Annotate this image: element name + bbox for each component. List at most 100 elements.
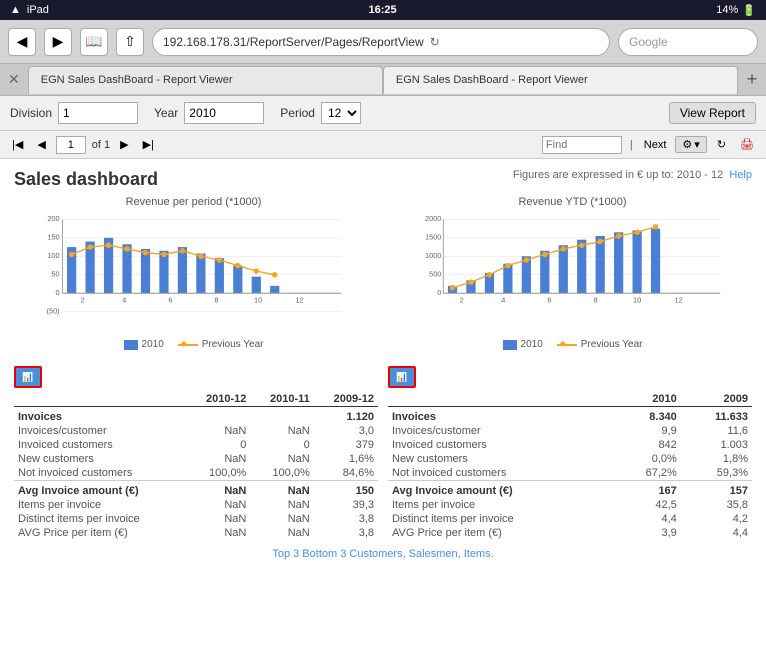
back-button[interactable]: ◀ — [8, 28, 36, 56]
tab-2[interactable]: EGN Sales DashBoard - Report Viewer — [383, 66, 738, 94]
division-field: Division — [10, 102, 138, 124]
subtitle-text: Figures are expressed in € up to: 2010 -… — [513, 169, 723, 181]
table-row: Invoiced customers 842 1.003 — [388, 438, 752, 452]
table2: 2010 2009 Invoices 8.340 11.633 Invoices… — [388, 392, 752, 540]
chart2-container: Revenue YTD (*1000) 2000 1500 1000 500 0 — [393, 196, 752, 350]
chart1-title: Revenue per period (*1000) — [14, 196, 373, 208]
table1-header-row: 📊 — [14, 366, 378, 388]
t2-invoices-header: Invoices — [388, 407, 613, 425]
report-subtitle: Figures are expressed in € up to: 2010 -… — [513, 169, 752, 181]
legend-prev-label: Previous Year — [202, 339, 264, 350]
first-page-button[interactable]: |◀ — [8, 136, 27, 153]
view-report-button[interactable]: View Report — [669, 102, 756, 124]
svg-text:200: 200 — [47, 214, 59, 223]
bookmark-button[interactable]: 📖 — [80, 28, 108, 56]
tab-1-label: EGN Sales DashBoard - Report Viewer — [41, 74, 233, 86]
table2-col2-header: 2009 — [681, 392, 752, 407]
table-row: Invoices 1.120 — [14, 407, 378, 425]
report-toolbar: Division Year Period 12 View Report — [0, 96, 766, 131]
address-bar[interactable]: 192.168.178.31/ReportServer/Pages/Report… — [152, 28, 610, 56]
chart2-legend-prev-line — [557, 344, 577, 346]
table2-container: 📊 2010 2009 Invoices 8.340 11.633 — [388, 366, 752, 540]
svg-text:2000: 2000 — [425, 214, 441, 223]
table-row: Avg Invoice amount (€) 167 157 — [388, 481, 752, 499]
last-page-button[interactable]: ▶| — [139, 136, 158, 153]
svg-text:(50): (50) — [47, 307, 60, 316]
device-label: iPad — [27, 4, 49, 16]
year-field: Year — [154, 102, 264, 124]
prev-page-button[interactable]: ◀ — [33, 136, 49, 153]
year-label: Year — [154, 106, 178, 120]
period-field: Period 12 — [280, 102, 361, 124]
print-button[interactable]: 🖨 — [736, 136, 758, 153]
table1-icon-symbol: 📊 — [22, 372, 33, 383]
find-input[interactable] — [542, 136, 622, 154]
forward-button[interactable]: ▶ — [44, 28, 72, 56]
svg-text:2: 2 — [81, 295, 85, 304]
svg-text:4: 4 — [122, 295, 126, 304]
table1-col1-header: 2010-12 — [186, 392, 250, 407]
svg-text:12: 12 — [296, 295, 304, 304]
chart1-container: Revenue per period (*1000) 200 150 100 5… — [14, 196, 373, 350]
reload-icon[interactable]: ↻ — [430, 35, 440, 49]
share-button[interactable]: ⇧ — [116, 28, 144, 56]
chart2-legend-2010-box — [503, 340, 517, 350]
footer-link[interactable]: Top 3 Bottom 3 Customers, Salesmen, Item… — [272, 548, 493, 560]
of-label: of 1 — [92, 139, 110, 151]
wifi-icon: ▲ — [10, 4, 21, 16]
find-next-button[interactable]: Next — [641, 138, 670, 152]
report-title: Sales dashboard — [14, 169, 158, 190]
chart1-legend: 2010 Previous Year — [14, 339, 373, 350]
table-row: Distinct items per invoice NaN NaN 3,8 — [14, 512, 378, 526]
svg-text:6: 6 — [168, 295, 172, 304]
svg-text:1000: 1000 — [425, 251, 441, 260]
legend-2010-box — [124, 340, 138, 350]
help-link[interactable]: Help — [729, 169, 752, 181]
export-button[interactable]: ⚙▾ — [675, 136, 706, 153]
status-right: 14% 🔋 — [716, 4, 756, 17]
table1-container: 📊 2010-12 2010-11 2009-12 Invoices — [14, 366, 378, 540]
chart2-svg: 2000 1500 1000 500 0 — [393, 212, 752, 332]
svg-text:500: 500 — [429, 270, 441, 279]
legend-prev-line — [178, 344, 198, 346]
page-number-input[interactable] — [56, 136, 86, 154]
tab-1[interactable]: EGN Sales DashBoard - Report Viewer — [28, 66, 383, 94]
tables-row: 📊 2010-12 2010-11 2009-12 Invoices — [14, 366, 752, 540]
table-row: Invoiced customers 0 0 379 — [14, 438, 378, 452]
period-select[interactable]: 12 — [321, 102, 361, 124]
t2-invoices-v2: 11.633 — [681, 407, 752, 425]
table-row: Items per invoice 42,5 35,8 — [388, 498, 752, 512]
next-page-button[interactable]: ▶ — [116, 136, 132, 153]
svg-text:4: 4 — [501, 295, 505, 304]
browser-chrome: ◀ ▶ 📖 ⇧ 192.168.178.31/ReportServer/Page… — [0, 20, 766, 64]
division-input[interactable] — [58, 102, 138, 124]
chart2-legend: 2010 Previous Year — [393, 339, 752, 350]
invoices-v1 — [186, 407, 250, 425]
tab-close-button[interactable]: ✕ — [0, 71, 28, 88]
svg-text:10: 10 — [254, 295, 262, 304]
refresh-button[interactable]: ↻ — [713, 136, 730, 153]
svg-text:0: 0 — [56, 288, 60, 297]
svg-text:10: 10 — [633, 295, 641, 304]
chart2-title: Revenue YTD (*1000) — [393, 196, 752, 208]
battery-label: 14% — [716, 4, 738, 16]
status-time: 16:25 — [369, 4, 397, 16]
add-tab-button[interactable]: + — [738, 66, 766, 94]
svg-text:2: 2 — [460, 295, 464, 304]
tab-2-label: EGN Sales DashBoard - Report Viewer — [396, 74, 588, 86]
status-left: ▲ iPad — [10, 4, 49, 16]
svg-text:50: 50 — [51, 270, 59, 279]
chart2-legend-prev: Previous Year — [557, 339, 643, 350]
table2-header-row: 📊 — [388, 366, 752, 388]
year-input[interactable] — [184, 102, 264, 124]
svg-text:1500: 1500 — [425, 233, 441, 242]
invoices-v3: 1.120 — [314, 407, 378, 425]
chart2-legend-2010: 2010 — [503, 339, 543, 350]
table-row: Not invoiced customers 67,2% 59,3% — [388, 466, 752, 481]
invoices-header: Invoices — [14, 407, 186, 425]
table-row: AVG Price per item (€) 3,9 4,4 — [388, 526, 752, 540]
table-row: Distinct items per invoice 4,4 4,2 — [388, 512, 752, 526]
search-bar[interactable]: Google — [618, 28, 758, 56]
table-row: Items per invoice NaN NaN 39,3 — [14, 498, 378, 512]
url-text: 192.168.178.31/ReportServer/Pages/Report… — [163, 35, 424, 49]
